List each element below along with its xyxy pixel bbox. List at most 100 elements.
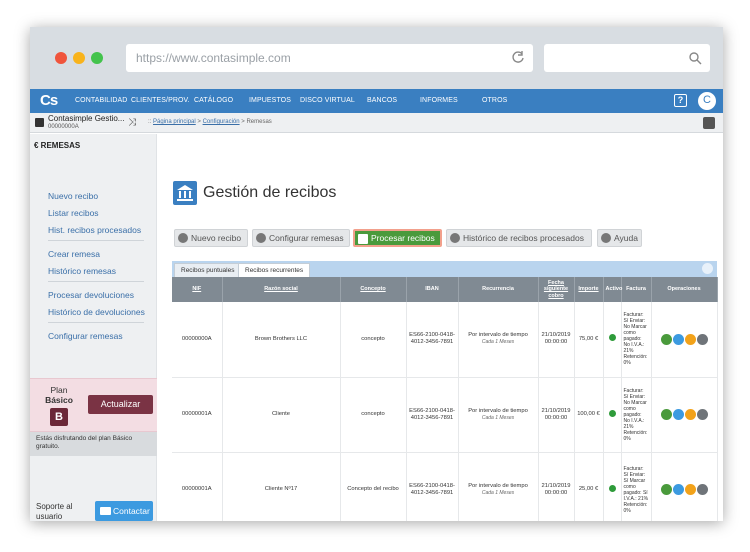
maximize-window-button[interactable] (91, 52, 103, 64)
table-row[interactable]: 00000001A Cliente Nº17 Concepto del reci… (172, 452, 718, 521)
go-icon[interactable] (660, 333, 672, 345)
tab-recibos-recurrentes[interactable]: Recibos recurrentes (238, 263, 311, 277)
cell-factura: Facturar: Sí Enviar: No Marcar como paga… (621, 377, 652, 453)
breadcrumb-home[interactable]: Página principal (153, 119, 196, 125)
company-bar: Contasimple Gestio... 00000000A ⤨ :: Pág… (30, 113, 723, 133)
edit-icon[interactable] (684, 333, 696, 345)
cell-nif: 00000001A (172, 377, 223, 453)
browser-window: https://www.contasimple.com Cs CONTABILI… (30, 27, 723, 521)
contact-label: Contactar (113, 506, 150, 516)
address-bar[interactable]: https://www.contasimple.com (126, 44, 533, 72)
cell-razon: Cliente (222, 377, 341, 453)
table-header: NIF Razón social Concepto IBAN Recurrenc… (172, 277, 718, 302)
edit-icon[interactable] (684, 409, 696, 420)
avatar[interactable]: C (697, 91, 717, 111)
sidebar-item-nuevo-recibo[interactable]: Nuevo recibo (48, 191, 98, 201)
cell-recurrencia: Por intervalo de tiempo Cada 1 Meses (458, 377, 539, 453)
col-importe[interactable]: Importe (574, 277, 604, 302)
help-icon[interactable]: ? (674, 94, 687, 107)
cell-importe: 75,00 € (574, 302, 604, 378)
nav-informes[interactable]: INFORMES (420, 89, 458, 113)
browser-chrome: https://www.contasimple.com (30, 27, 723, 89)
collapse-icon[interactable] (702, 263, 713, 274)
cell-operaciones (651, 302, 718, 378)
table-row[interactable]: 00000001A Cliente concepto ES66-2100-041… (172, 377, 718, 453)
cell-iban: ES66-2100-0418-4012-3456-7891 (406, 302, 459, 378)
cell-iban: ES66-2100-0418-4012-3456-7891 (406, 377, 459, 453)
company-icon (35, 118, 44, 127)
cell-factura: Facturar: Sí Enviar: Sí Marcar como paga… (621, 452, 652, 521)
col-operaciones: Operaciones (651, 277, 718, 302)
sidebar-item-configurar-remesas[interactable]: Configurar remesas (48, 331, 123, 341)
chevron-down-icon[interactable] (696, 409, 708, 420)
col-nif[interactable]: NIF (172, 277, 223, 302)
nav-impuestos[interactable]: IMPUESTOS (249, 89, 291, 113)
plan-label: Plan Básico (45, 385, 73, 405)
col-concepto[interactable]: Concepto (340, 277, 407, 302)
question-icon (601, 233, 611, 243)
sidebar-item-crear-remesa[interactable]: Crear remesa (48, 249, 100, 259)
app-navbar: Cs CONTABILIDAD CLIENTES/PROV. CATÁLOGO … (30, 89, 723, 113)
col-razon-social[interactable]: Razón social (222, 277, 341, 302)
switch-company-icon[interactable]: ⤨ (128, 117, 136, 128)
company-name[interactable]: Contasimple Gestio... (48, 114, 124, 123)
sidebar-divider (48, 281, 144, 282)
nav-contabilidad[interactable]: CONTABILIDAD (75, 89, 127, 113)
table-row[interactable]: 00000000A Brown Brothers LLC concepto ES… (172, 302, 718, 378)
sidebar-item-hist-recibos[interactable]: Hist. recibos procesados (48, 225, 141, 235)
contact-button[interactable]: Contactar (95, 501, 153, 521)
list-icon (358, 234, 368, 244)
support-label: Soporte al usuario (36, 502, 73, 521)
breadcrumb-config[interactable]: Configuración (203, 119, 240, 125)
check-icon (608, 409, 616, 417)
plan-badge: B (50, 408, 68, 426)
cell-importe: 100,00 € (574, 377, 604, 453)
nav-clientes[interactable]: CLIENTES/PROV. (131, 89, 190, 113)
processed-history-button[interactable]: Histórico de recibos procesados (446, 229, 592, 247)
nav-bancos[interactable]: BANCOS (367, 89, 397, 113)
minimize-window-button[interactable] (73, 52, 85, 64)
close-window-button[interactable] (55, 52, 67, 64)
app-logo[interactable]: Cs (40, 91, 60, 111)
cell-fecha: 21/10/2019 00:00:00 (538, 377, 575, 453)
configure-remittances-button[interactable]: Configurar remesas (252, 229, 350, 247)
chevron-down-icon[interactable] (696, 333, 708, 345)
cell-fecha: 21/10/2019 00:00:00 (538, 302, 575, 378)
cell-recurrencia: Por intervalo de tiempo Cada 1 Meses (458, 302, 539, 378)
cell-razon: Cliente Nº17 (222, 452, 341, 521)
reload-icon[interactable] (511, 50, 525, 64)
new-receipt-button[interactable]: Nuevo recibo (174, 229, 248, 247)
nav-otros[interactable]: OTROS (482, 89, 507, 113)
process-receipts-button[interactable]: Procesar recibos (353, 229, 442, 247)
col-iban: IBAN (406, 277, 459, 302)
go-icon[interactable] (660, 484, 672, 495)
search-icon[interactable] (703, 117, 715, 129)
document-icon[interactable] (672, 484, 684, 495)
edit-icon[interactable] (684, 484, 696, 495)
cell-concepto: concepto (340, 377, 407, 453)
document-icon[interactable] (672, 333, 684, 345)
sidebar-item-historico-devoluciones[interactable]: Histórico de devoluciones (48, 307, 145, 317)
mail-icon (100, 507, 111, 515)
sidebar-item-historico-remesas[interactable]: Histórico remesas (48, 266, 116, 276)
cell-recurrencia: Por intervalo de tiempo Cada 1 Meses (458, 452, 539, 521)
document-icon[interactable] (672, 409, 684, 420)
nav-catalogo[interactable]: CATÁLOGO (194, 89, 233, 113)
nav-disco-virtual[interactable]: DISCO VIRTUAL (300, 89, 355, 113)
tab-recibos-puntuales[interactable]: Recibos puntuales (174, 263, 242, 277)
upgrade-button[interactable]: Actualizar (88, 395, 153, 414)
col-fecha[interactable]: Fecha siguiente cobro (538, 277, 575, 302)
go-icon[interactable] (660, 409, 672, 420)
help-button[interactable]: Ayuda (597, 229, 642, 247)
list-icon (450, 233, 460, 243)
page-title: Gestión de recibos (203, 184, 337, 201)
tabs-bar: Recibos puntuales Recibos recurrentes (172, 261, 717, 277)
cell-activo (603, 377, 622, 453)
sidebar-divider (48, 240, 144, 241)
browser-search-box[interactable] (544, 44, 710, 72)
cell-nif: 00000000A (172, 302, 223, 378)
sidebar-section-title: € REMESAS (34, 141, 81, 150)
chevron-down-icon[interactable] (696, 484, 708, 495)
sidebar-item-listar-recibos[interactable]: Listar recibos (48, 208, 99, 218)
sidebar-item-procesar-devoluciones[interactable]: Procesar devoluciones (48, 290, 134, 300)
